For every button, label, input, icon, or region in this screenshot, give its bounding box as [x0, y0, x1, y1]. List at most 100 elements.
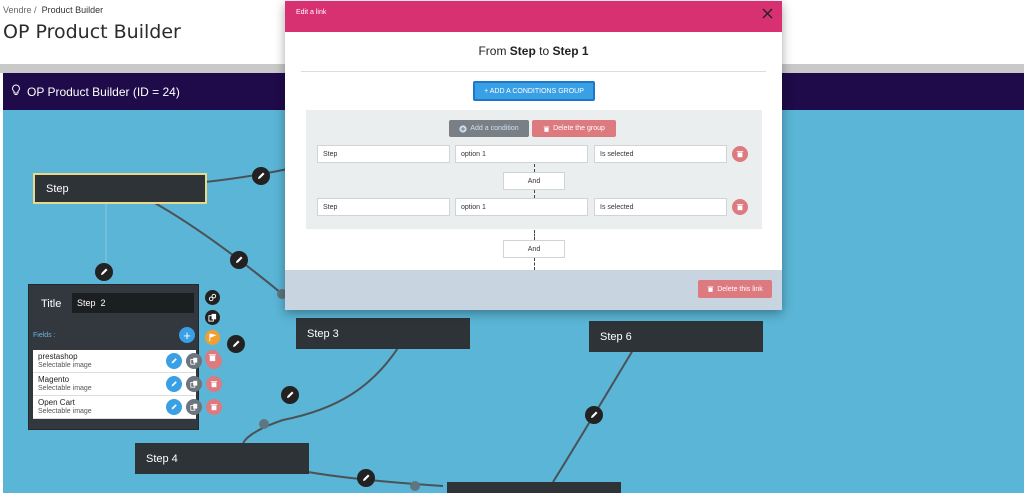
step-label: Step 6 — [600, 330, 632, 343]
delete-condition-button[interactable] — [732, 199, 748, 215]
title-to-step: Step 1 — [552, 44, 589, 58]
trash-icon — [210, 404, 218, 411]
flag-step-button[interactable] — [205, 330, 220, 345]
step-node[interactable] — [447, 482, 621, 493]
edit-link-button[interactable] — [357, 469, 375, 487]
pencil-icon — [363, 474, 370, 481]
delete-field-button[interactable] — [206, 376, 222, 392]
field-type: Selectable image — [38, 408, 92, 415]
condition-step-select[interactable]: Step — [317, 145, 450, 163]
breadcrumb-parent[interactable]: Vendre — [3, 5, 32, 15]
condition-state-select[interactable]: Is selected — [594, 145, 727, 163]
modal-body: From Step to Step 1 + ADD A CONDITIONS G… — [285, 32, 782, 270]
delete-step-button[interactable] — [205, 350, 220, 365]
conditions-group: Add a condition Delete the group Step op… — [306, 110, 762, 229]
modal-header: Edit a link — [285, 1, 782, 32]
link-line — [152, 201, 282, 294]
trash-icon — [208, 354, 217, 362]
field-name: Open Cart — [38, 398, 75, 407]
pencil-icon — [258, 172, 265, 179]
plus-circle-icon — [459, 124, 467, 133]
edit-link-button[interactable] — [281, 386, 299, 404]
trash-icon — [210, 381, 218, 388]
trash-icon — [543, 126, 550, 132]
copy-field-button[interactable] — [186, 353, 202, 369]
step-node[interactable]: Step 4 — [135, 443, 309, 474]
copy-icon — [190, 380, 198, 388]
link-line — [204, 167, 294, 183]
pencil-icon — [101, 268, 108, 275]
edit-link-button[interactable] — [230, 251, 248, 269]
delete-condition-button[interactable] — [732, 146, 748, 162]
step-label: Step — [46, 182, 69, 195]
step-label: Step 4 — [146, 452, 178, 465]
connector-line — [534, 230, 535, 240]
builder-title: OP Product Builder (ID = 24) — [27, 84, 180, 99]
list-item[interactable]: Open Cart Selectable image — [33, 396, 222, 419]
title-from-step: Step — [509, 44, 536, 58]
delete-group-button[interactable]: Delete the group — [532, 120, 616, 137]
connector-line — [534, 190, 535, 198]
card-title-label: Title — [41, 298, 62, 310]
copy-icon — [208, 313, 217, 322]
condition-option-select[interactable]: option 1 — [455, 145, 588, 163]
pencil-icon — [171, 404, 177, 410]
edit-link-modal: Edit a link From Step to Step 1 + ADD A … — [285, 1, 782, 310]
step-node[interactable]: Step 6 — [589, 321, 763, 352]
fields-label: Fields : — [33, 332, 56, 339]
pencil-icon — [287, 391, 294, 398]
step-card: Title Fields : + prestashop Selectable i… — [28, 284, 222, 430]
add-conditions-group-button[interactable]: + ADD A CONDITIONS GROUP — [473, 81, 595, 101]
add-condition-button[interactable]: Add a condition — [449, 120, 529, 137]
add-field-button[interactable]: + — [179, 327, 195, 343]
edit-field-button[interactable] — [166, 399, 182, 415]
link-icon — [208, 293, 217, 302]
step-node[interactable]: Step — [33, 173, 207, 204]
close-icon — [762, 8, 772, 18]
pencil-icon — [591, 411, 598, 418]
title-from: From — [478, 44, 507, 58]
field-type: Selectable image — [38, 362, 92, 369]
edit-link-button[interactable] — [252, 167, 270, 185]
pencil-icon — [171, 358, 177, 364]
link-anchor — [410, 481, 420, 491]
page-title: OP Product Builder — [3, 21, 181, 43]
close-button[interactable] — [760, 6, 774, 20]
modal-footer: Delete this link — [285, 270, 782, 310]
link-step-button[interactable] — [205, 290, 220, 305]
edit-link-button[interactable] — [585, 406, 603, 424]
trash-icon — [736, 151, 744, 158]
field-name: Magento — [38, 375, 70, 384]
edit-link-button[interactable] — [227, 335, 245, 353]
condition-step-select[interactable]: Step — [317, 198, 450, 216]
delete-field-button[interactable] — [206, 399, 222, 415]
copy-icon — [190, 403, 198, 411]
condition-state-select[interactable]: Is selected — [594, 198, 727, 216]
link-line — [242, 339, 404, 446]
copy-field-button[interactable] — [186, 399, 202, 415]
and-operator: And — [503, 172, 565, 190]
title-to: to — [539, 44, 550, 58]
divider — [301, 71, 766, 72]
link-anchor — [259, 419, 269, 429]
edit-field-button[interactable] — [166, 376, 182, 392]
field-name: prestashop — [38, 352, 78, 361]
copy-field-button[interactable] — [186, 376, 202, 392]
add-condition-label: Add a condition — [470, 125, 519, 132]
modal-title: From Step to Step 1 — [285, 44, 782, 58]
duplicate-step-button[interactable] — [205, 310, 220, 325]
condition-option-select[interactable]: option 1 — [455, 198, 588, 216]
list-item[interactable]: prestashop Selectable image — [33, 350, 222, 373]
flag-icon — [209, 333, 217, 342]
edit-field-button[interactable] — [166, 353, 182, 369]
field-list: prestashop Selectable image Magento Sele… — [33, 350, 222, 419]
copy-icon — [190, 357, 198, 365]
step-title-input[interactable] — [72, 293, 194, 313]
connector-line — [534, 164, 535, 172]
step-node[interactable]: Step 3 — [296, 318, 470, 349]
list-item[interactable]: Magento Selectable image — [33, 373, 222, 396]
delete-link-button[interactable]: Delete this link — [698, 280, 772, 298]
breadcrumb: Vendre / Product Builder — [3, 5, 103, 15]
delete-link-label: Delete this link — [717, 285, 763, 293]
edit-link-button[interactable] — [95, 263, 113, 281]
